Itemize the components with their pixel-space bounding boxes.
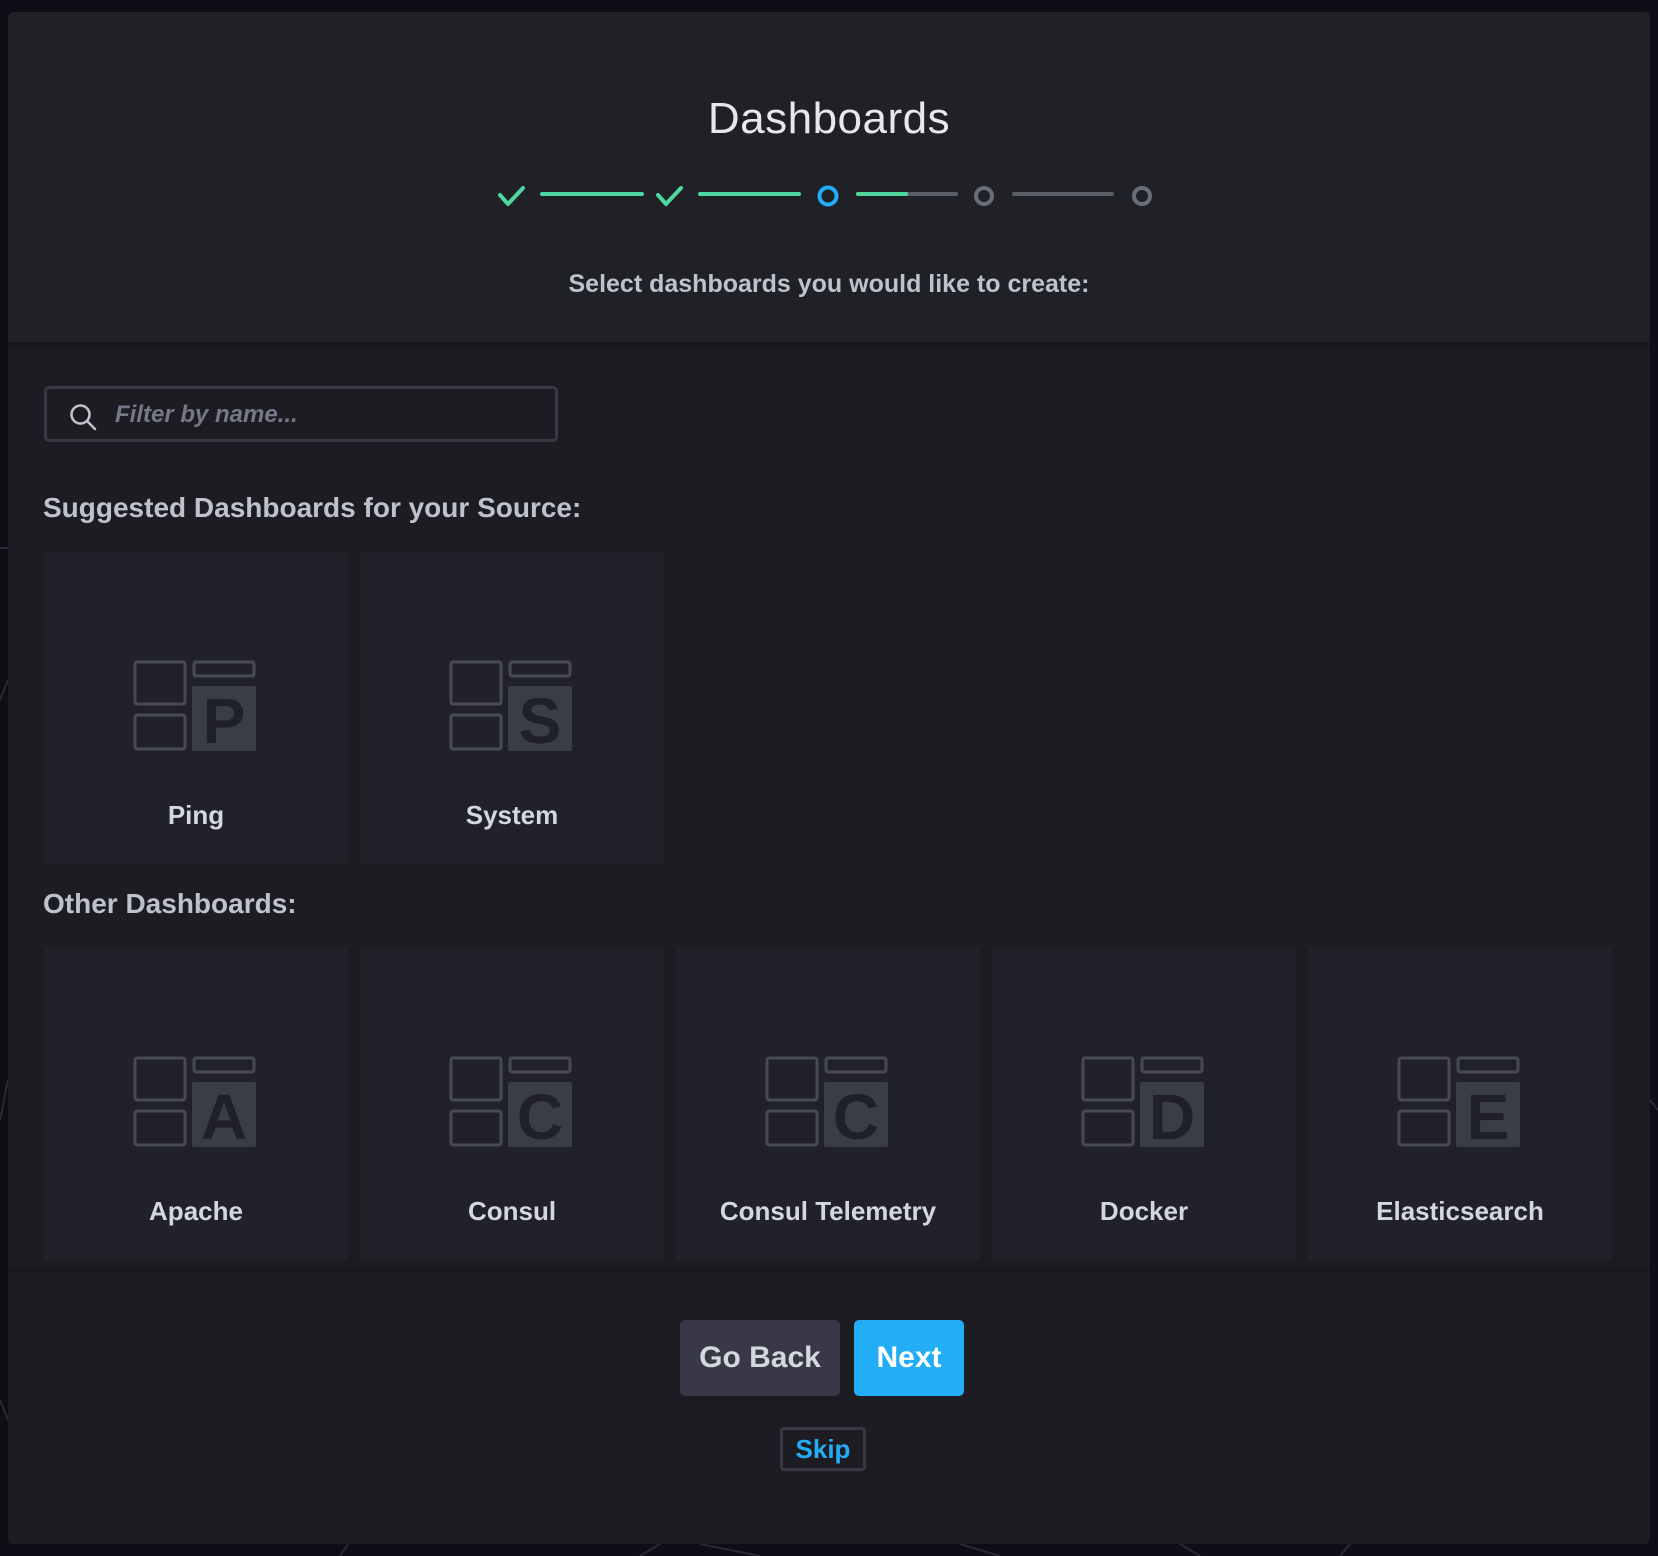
dashboard-card-name: Docker: [1099, 1196, 1189, 1226]
dashboard-consul-telemetry-letter: C: [833, 1081, 879, 1148]
dashboard-docker-letter: D: [1149, 1081, 1195, 1148]
dashboard-card-name: Ping: [167, 800, 225, 830]
skip-button[interactable]: Skip: [780, 1427, 866, 1471]
dashboard-selection-body: Suggested Dashboards for your Source: P …: [8, 342, 1650, 1292]
dashboard-consul-telemetry-icon: C: [765, 1056, 888, 1148]
dashboard-ping-letter: P: [203, 685, 246, 752]
search-icon: [70, 404, 97, 431]
dashboard-card-name: System: [465, 800, 559, 830]
suggested-dashboards-label: Suggested Dashboards for your Source:: [43, 492, 582, 523]
dashboard-card-apache[interactable]: A Apache: [44, 948, 348, 1260]
filter-input[interactable]: [113, 389, 537, 441]
dashboard-card-name: Consul: [467, 1196, 557, 1226]
wizard-footer: Go Back Next Skip: [8, 1272, 1650, 1544]
step-1-complete-icon[interactable]: [498, 186, 525, 206]
dashboard-ping-icon: P: [133, 660, 256, 752]
dashboard-card-name: Consul Telemetry: [719, 1196, 937, 1226]
dashboard-elasticsearch-letter: E: [1467, 1081, 1510, 1148]
step-2-complete-icon[interactable]: [656, 186, 683, 206]
step-3-current-icon[interactable]: [817, 185, 839, 207]
dashboard-consul-icon: C: [449, 1056, 572, 1148]
wizard-subtitle: Select dashboards you would like to crea…: [568, 270, 1090, 298]
dashboard-card-name: Elasticsearch: [1376, 1196, 1544, 1226]
dashboard-apache-icon: A: [133, 1056, 256, 1148]
dashboard-elasticsearch-icon: E: [1397, 1056, 1520, 1148]
next-button[interactable]: Next: [854, 1320, 964, 1396]
dashboard-apache-letter: A: [201, 1081, 247, 1148]
wizard-overlay: Dashboards Select dashboards you would l…: [8, 12, 1650, 1544]
step-4-incomplete-icon[interactable]: [974, 186, 994, 206]
dashboard-card-consul-telemetry[interactable]: C Consul Telemetry: [676, 948, 980, 1260]
dashboard-docker-icon: D: [1081, 1056, 1204, 1148]
dashboard-system-letter: S: [519, 685, 562, 752]
other-dashboards-label: Other Dashboards:: [43, 888, 297, 919]
dashboard-consul-letter: C: [517, 1081, 563, 1148]
go-back-button[interactable]: Go Back: [680, 1320, 840, 1396]
dashboard-card-consul[interactable]: C Consul: [360, 948, 664, 1260]
filter-search-box[interactable]: [44, 386, 558, 442]
wizard-header: Dashboards Select dashboards you would l…: [8, 12, 1650, 342]
dashboard-card-ping[interactable]: P Ping: [44, 552, 348, 864]
step-5-incomplete-icon[interactable]: [1132, 186, 1152, 206]
dashboard-card-name: Apache: [149, 1196, 243, 1226]
dashboard-card-system[interactable]: S System: [360, 552, 664, 864]
dashboard-system-icon: S: [449, 660, 572, 752]
dashboard-card-elasticsearch[interactable]: E Elasticsearch: [1308, 948, 1612, 1260]
dashboard-card-docker[interactable]: D Docker: [992, 948, 1296, 1260]
